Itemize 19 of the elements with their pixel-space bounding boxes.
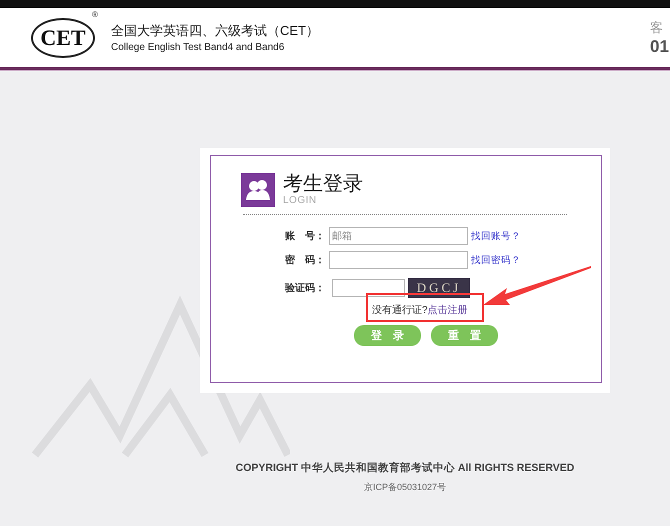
copyright-text: COPYRIGHT 中华人民共和国教育部考试中心 All RIGHTS RESERVED <box>236 461 574 475</box>
login-title: 考生登录 <box>283 173 363 195</box>
site-title: 全国大学英语四、六级考试（CET） <box>111 22 319 40</box>
input-field[interactable]: 邮箱 <box>329 227 468 245</box>
field-label: 密 码： <box>284 254 325 267</box>
cet-logo: CET <box>31 18 95 58</box>
recover-link[interactable]: 找回账号？ <box>471 230 521 242</box>
service-label: 客 <box>650 18 664 36</box>
register-prompt: 没有通行证? <box>372 305 428 316</box>
site-subtitle: College English Test Band4 and Band6 <box>111 42 286 53</box>
field-label: 验证码： <box>284 282 325 295</box>
login-subtitle: LOGIN <box>283 195 318 206</box>
field-label: 账 号： <box>284 230 325 243</box>
registered-mark: ® <box>92 10 98 19</box>
icp-number: 京ICP备05031027号 <box>362 481 448 494</box>
register-link[interactable]: 点击注册 <box>428 305 468 316</box>
captcha-image[interactable]: DGCJ <box>408 278 470 298</box>
recover-link[interactable]: 找回密码？ <box>471 254 521 266</box>
service-number: 01 <box>650 36 670 56</box>
